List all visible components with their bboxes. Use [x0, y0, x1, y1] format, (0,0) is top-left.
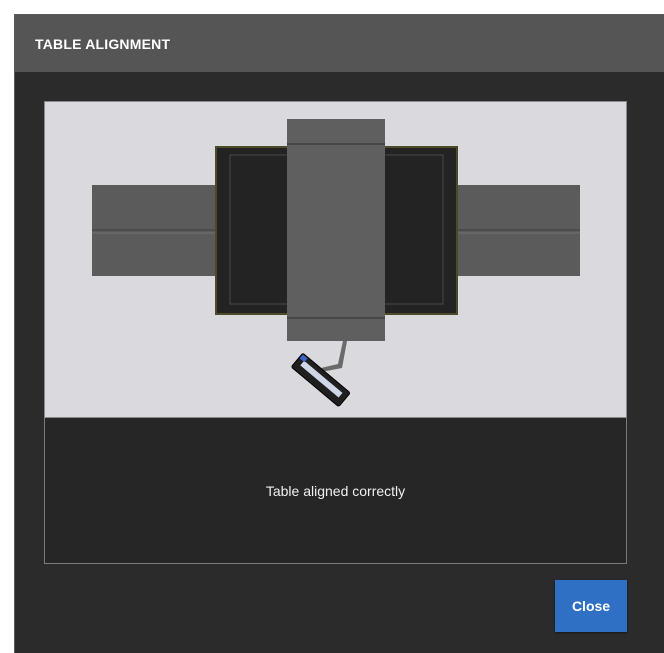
status-panel: Table aligned correctly: [44, 418, 627, 564]
table-alignment-dialog: TABLE ALIGNMENT Table aligned correctly …: [14, 14, 664, 653]
status-message: Table aligned correctly: [265, 482, 406, 499]
close-button[interactable]: Close: [555, 580, 627, 632]
table-alignment-illustration: [92, 119, 580, 407]
table-top: [287, 119, 385, 341]
dialog-title: TABLE ALIGNMENT: [35, 35, 171, 52]
table-alignment-view: [44, 101, 627, 418]
dialog-title-bar: TABLE ALIGNMENT: [15, 15, 664, 72]
